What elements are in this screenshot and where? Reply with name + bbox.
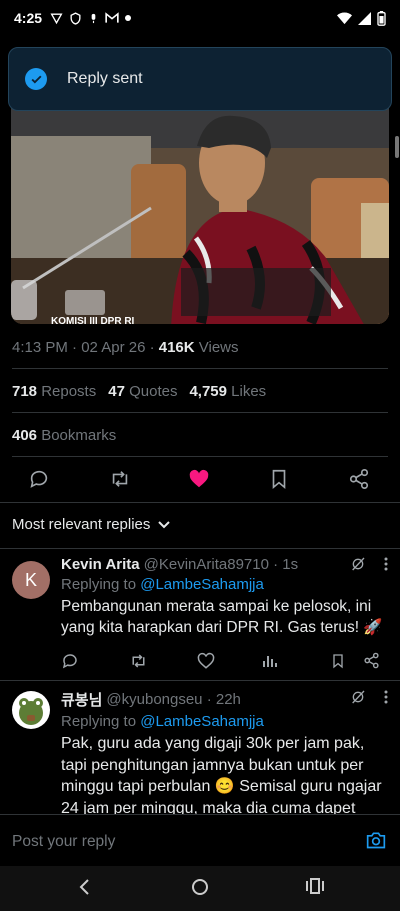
check-circle-icon — [25, 68, 47, 90]
reply-author-handle[interactable]: @KevinArita89710 · 1s — [144, 556, 298, 573]
replying-to: Replying to @LambeSahamjja — [61, 713, 264, 730]
reposts-stat[interactable]: 718 Reposts — [12, 383, 96, 400]
reply-item[interactable]: 큐봉님 @kyubongseu · 22h Replying to @LambeS… — [0, 689, 400, 814]
tweet-media[interactable]: KOMISI III DPR RI — [11, 108, 389, 324]
reply-text: Pak, guru ada yang digaji 30k per jam pa… — [61, 735, 382, 814]
engagement-stats: 718 Reposts 47 Quotes 4,759 Likes — [12, 383, 266, 400]
home-icon[interactable] — [191, 878, 209, 901]
replying-to: Replying to @LambeSahamjja — [61, 576, 264, 593]
reply-author-name[interactable]: Kevin Arita — [61, 556, 140, 573]
quotes-stat[interactable]: 47 Quotes — [108, 383, 177, 400]
reply-author-name[interactable]: 큐봉님 — [61, 689, 102, 710]
reply-input[interactable]: Post your reply — [12, 833, 115, 851]
tweet-timestamp: 4:13 PM · 02 Apr 26 · 416K Views — [12, 339, 239, 356]
scrollbar[interactable] — [395, 136, 399, 158]
sort-label: Most relevant replies — [12, 516, 151, 533]
like-icon[interactable] — [197, 652, 215, 675]
reply-sent-toast: Reply sent — [8, 47, 392, 111]
bookmark-icon[interactable] — [330, 652, 346, 675]
notification-icons — [50, 11, 132, 25]
views-label: Views — [194, 339, 239, 356]
chevron-down-icon — [158, 520, 171, 528]
likes-stat[interactable]: 4,759 Likes — [189, 383, 266, 400]
like-icon-active[interactable] — [188, 468, 212, 492]
recents-icon[interactable] — [306, 878, 324, 899]
divider — [0, 548, 400, 549]
status-time: 4:25 — [14, 10, 43, 26]
reply-icon[interactable] — [28, 468, 52, 492]
repost-icon[interactable] — [129, 652, 148, 675]
share-icon[interactable] — [348, 468, 372, 492]
reply-item[interactable]: K Kevin Arita @KevinArita89710 · 1s Reply… — [0, 556, 400, 680]
share-icon[interactable] — [363, 652, 380, 674]
views-count: 416K — [158, 339, 195, 356]
battery-icon — [377, 10, 386, 26]
media-caption: KOMISI III DPR RI — [51, 316, 135, 324]
divider — [12, 412, 388, 413]
mic-icon — [91, 13, 96, 23]
camera-icon[interactable] — [366, 831, 386, 854]
replies-sort-dropdown[interactable]: Most relevant replies — [12, 516, 171, 533]
bookmarks-stat[interactable]: 406 Bookmarks — [12, 427, 116, 444]
replying-to-link[interactable]: @LambeSahamjja — [140, 713, 264, 730]
reply-actions — [61, 652, 390, 672]
back-icon[interactable] — [78, 878, 90, 901]
avatar[interactable]: K — [12, 561, 50, 599]
status-bar: 4:25 — [0, 0, 400, 36]
toast-message: Reply sent — [67, 70, 143, 87]
reply-author-handle[interactable]: @kyubongseu · 22h — [106, 691, 240, 708]
shield-icon — [70, 11, 81, 25]
system-icons — [337, 10, 386, 26]
tweet-action-bar — [0, 468, 400, 494]
tweet-time: 4:13 PM · 02 Apr 26 · — [12, 339, 159, 356]
android-nav-bar — [0, 866, 400, 911]
signal-icon — [358, 11, 371, 25]
dot-icon — [125, 15, 132, 21]
avatar[interactable] — [12, 691, 50, 729]
divider — [12, 368, 388, 369]
reply-text: Pembangunan merata sampai ke pelosok, in… — [61, 598, 383, 636]
bookmark-icon[interactable] — [268, 468, 292, 492]
divider — [0, 502, 400, 503]
views-icon[interactable] — [262, 652, 278, 673]
wifi-icon — [337, 12, 352, 24]
replying-to-link[interactable]: @LambeSahamjja — [140, 576, 264, 593]
divider — [0, 680, 400, 681]
vpn-icon — [50, 12, 63, 24]
gmail-icon — [105, 12, 119, 23]
divider — [12, 456, 388, 457]
video-frame — [11, 108, 389, 324]
reply-icon[interactable] — [61, 652, 79, 675]
reply-composer[interactable]: Post your reply — [0, 814, 400, 866]
repost-icon[interactable] — [108, 468, 132, 492]
